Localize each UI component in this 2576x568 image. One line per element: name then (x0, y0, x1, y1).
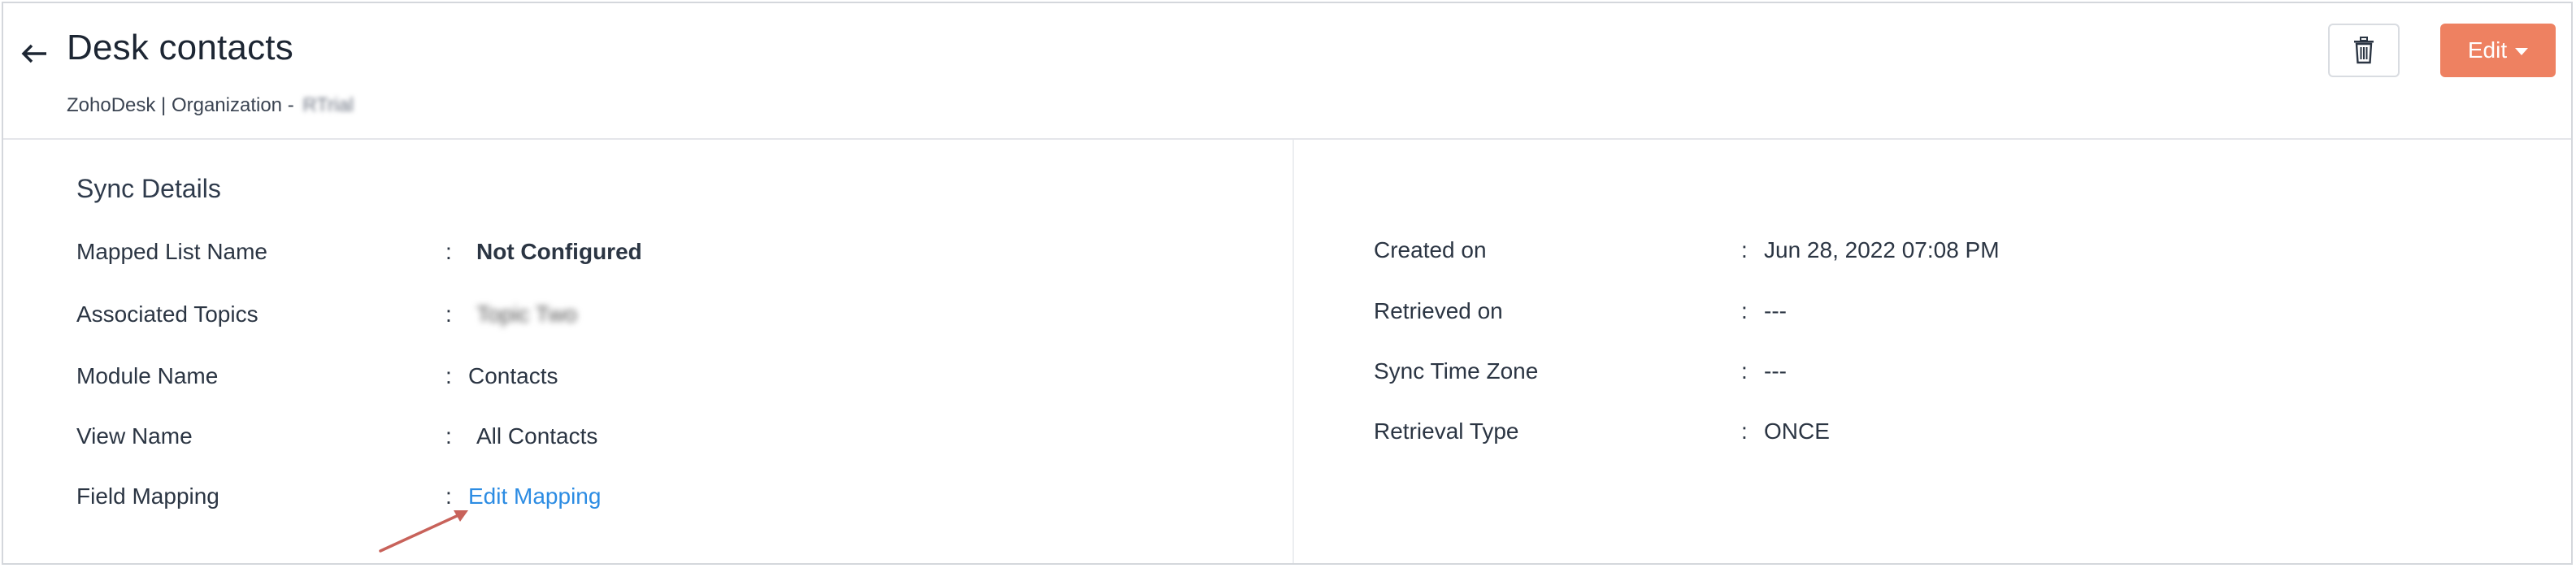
detail-label: Sync Time Zone (1374, 358, 1539, 384)
detail-colon: : (1741, 358, 1748, 384)
detail-label: Created on (1374, 237, 1487, 262)
detail-value: Contacts (468, 363, 558, 388)
section-title: Sync Details (76, 174, 221, 203)
detail-label: Retrieval Type (1374, 418, 1519, 444)
page-subtitle: ZohoDesk | Organization - RTrial (67, 94, 354, 117)
detail-colon: : (445, 363, 452, 388)
detail-value: Jun 28, 2022 07:08 PM (1764, 237, 2000, 262)
detail-label: Mapped List Name (76, 239, 268, 264)
trash-icon (2354, 37, 2374, 64)
detail-value: Topic Two (476, 301, 577, 327)
detail-colon: : (445, 423, 452, 449)
detail-label: Retrieved on (1374, 298, 1503, 323)
edit-button[interactable]: Edit (2440, 24, 2556, 77)
detail-value: ONCE (1764, 418, 1830, 444)
page-title: Desk contacts (67, 28, 293, 67)
detail-colon: : (445, 239, 452, 264)
detail-label: Module Name (76, 363, 219, 388)
edit-button-label: Edit (2467, 37, 2508, 63)
delete-button[interactable] (2328, 24, 2400, 77)
organization-name: RTrial (302, 94, 354, 116)
column-divider (1292, 140, 1294, 563)
detail-colon: : (445, 301, 452, 327)
detail-value: Not Configured (476, 239, 642, 264)
page-frame: Desk contacts ZohoDesk | Organization - … (2, 2, 2573, 565)
page-header: Desk contacts ZohoDesk | Organization - … (3, 3, 2571, 140)
detail-value: All Contacts (476, 423, 598, 449)
edit-mapping-link[interactable]: Edit Mapping (468, 483, 601, 509)
detail-value: --- (1764, 298, 1787, 323)
detail-value: --- (1764, 358, 1787, 384)
detail-label: Field Mapping (76, 483, 219, 509)
detail-label: Associated Topics (76, 301, 258, 327)
subtitle-prefix: ZohoDesk | Organization - (67, 94, 294, 116)
annotation-arrow-icon (379, 510, 468, 553)
detail-colon: : (1741, 237, 1748, 262)
back-button[interactable] (18, 37, 50, 70)
caret-down-icon (2515, 48, 2529, 55)
arrow-left-icon (21, 44, 46, 63)
detail-colon: : (1741, 298, 1748, 323)
detail-colon: : (1741, 418, 1748, 444)
detail-label: View Name (76, 423, 193, 449)
